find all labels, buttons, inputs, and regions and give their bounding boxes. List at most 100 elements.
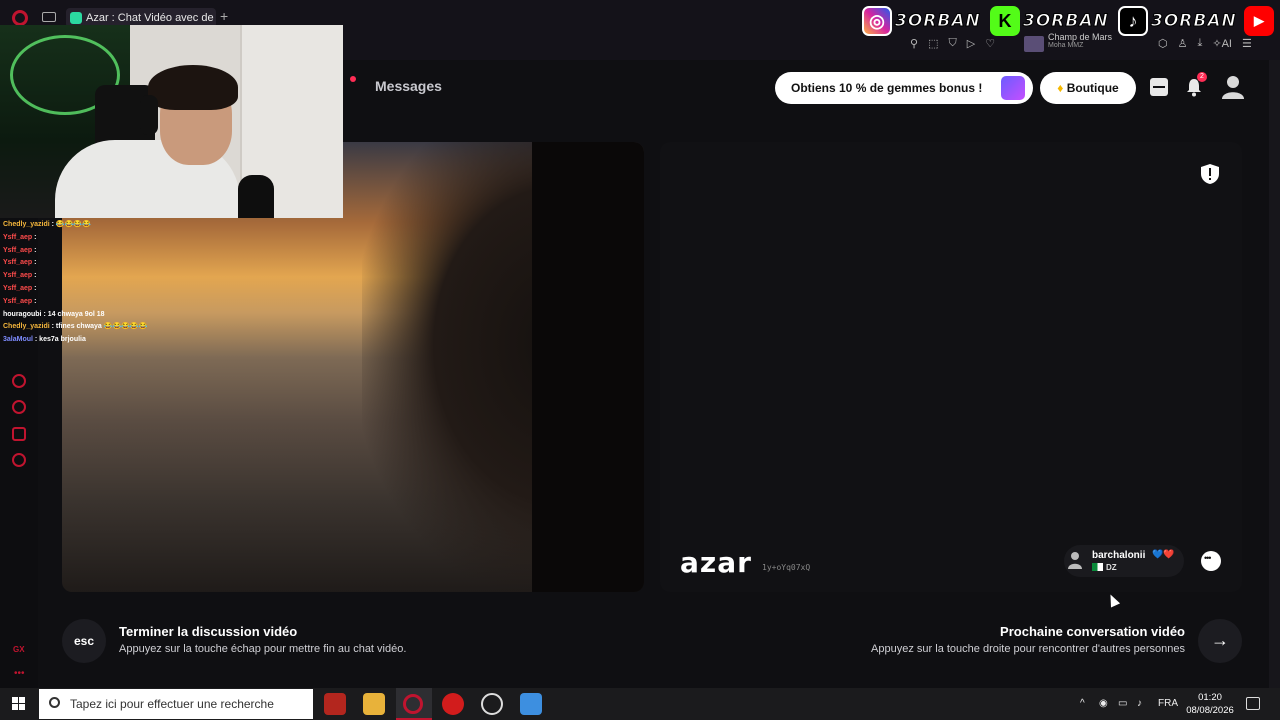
instagram-icon: ◎ <box>862 6 892 36</box>
download-icon[interactable]: ⤓ <box>1197 37 1202 50</box>
tab-island-icon[interactable] <box>42 12 56 22</box>
sidebar-more-icon[interactable]: ••• <box>14 668 25 679</box>
search-icon <box>49 697 60 708</box>
chat-message: Ysff_aep : <box>3 272 37 280</box>
promo-label: Obtiens 10 % de gemmes bonus ! <box>791 81 983 95</box>
instagram-sidebar-icon[interactable] <box>12 374 26 388</box>
nav-notification-dot <box>350 76 356 82</box>
end-chat-title: Terminer la discussion vidéo <box>119 624 298 639</box>
gift-icon <box>1001 76 1025 100</box>
azar-favicon-icon <box>70 12 82 24</box>
chat-message: Ysff_aep : <box>3 246 37 254</box>
tiktok-icon: ♪ <box>1118 6 1148 36</box>
chat-message: Ysff_aep : <box>3 297 37 305</box>
hair-silhouette <box>532 142 644 592</box>
system-clock[interactable]: 01:20 08/08/2026 <box>1180 691 1240 717</box>
notification-badge: 2 <box>1197 72 1207 82</box>
clock-date: 08/08/2026 <box>1186 705 1234 716</box>
headphones <box>140 95 158 135</box>
menu-icon[interactable]: ☰ <box>1242 37 1252 50</box>
language-indicator[interactable]: FRA <box>1158 698 1178 709</box>
vpn-shield-icon[interactable]: ⛉ <box>948 37 956 50</box>
inbox-icon[interactable] <box>1150 78 1168 96</box>
tiktok-handle: 3ORBAN <box>1151 11 1237 32</box>
obs-app-icon[interactable] <box>481 693 503 715</box>
partner-name: barchalonii <box>1092 550 1146 561</box>
tab-title: Azar : Chat Vidéo avec de n <box>86 12 216 24</box>
self-video-panel <box>660 142 1242 592</box>
notification-center-icon[interactable] <box>1246 697 1260 710</box>
social-instagram: ◎ 3ORBAN <box>862 5 981 37</box>
youtube-icon: ▶ <box>1244 6 1274 36</box>
snapshot-icon[interactable]: ⬚ <box>928 37 938 50</box>
algeria-flag-icon <box>1092 563 1103 571</box>
extension-icons: ⬡ ♙ ⤓ ✧AI ☰ <box>1158 37 1252 50</box>
extensions-icon[interactable]: ⬡ <box>1158 37 1168 50</box>
next-chat-title: Prochaine conversation vidéo <box>1000 624 1185 639</box>
social-tiktok: ♪ 3ORBAN <box>1118 5 1237 37</box>
shop-button[interactable]: ♦ Boutique <box>1040 72 1136 104</box>
network-icon[interactable]: ▭ <box>1118 698 1127 709</box>
address-bar-icons: ⚲ ⬚ ⛉ ▷ ♡ <box>910 37 995 50</box>
settings-icon[interactable] <box>12 453 26 467</box>
play-icon[interactable]: ▷ <box>967 37 975 50</box>
stream-chat-overlay: Chedly_yazidi : 😂😂😂😂 Ysff_aep : Ysff_aep… <box>3 219 173 347</box>
nav-messages[interactable]: Messages <box>375 78 442 94</box>
chat-message: Ysff_aep : <box>3 284 37 292</box>
opera-gx-app-icon[interactable] <box>403 694 423 714</box>
partner-avatar-icon <box>1068 552 1082 569</box>
new-tab-button[interactable]: + <box>220 8 228 24</box>
voicemeeter-app-icon[interactable] <box>324 693 346 715</box>
profile-icon[interactable]: ♙ <box>1178 37 1188 50</box>
extensions-sidebar-icon[interactable] <box>12 427 26 441</box>
partner-country: DZ <box>1106 563 1117 572</box>
end-chat-esc-button[interactable]: esc <box>62 619 106 663</box>
red-app-icon[interactable] <box>442 693 464 715</box>
end-chat-subtitle: Appuyez sur la touche échap pour mettre … <box>119 643 407 655</box>
clock-time: 01:20 <box>1198 692 1222 703</box>
file-explorer-icon[interactable] <box>363 693 385 715</box>
chat-message: 3alaMoul : kes7a brjoulia <box>3 336 86 344</box>
social-kick: K 3ORBAN <box>990 5 1109 37</box>
heart-icon[interactable]: ♡ <box>985 37 995 50</box>
gx-label[interactable]: GX <box>13 645 25 654</box>
tray-app-icon[interactable]: ◉ <box>1099 698 1108 709</box>
chat-message: Ysff_aep : <box>3 259 37 267</box>
chat-message: Chedly_yazidi : 😂😂😂😂 <box>3 221 91 228</box>
streamer-webcam-overlay <box>0 25 343 218</box>
streamer-hair <box>148 65 238 110</box>
chat-message: Chedly_yazidi : tfines chwaya 😂😂😂😂😂 <box>3 323 148 331</box>
history-icon[interactable] <box>12 400 26 414</box>
windows-start-icon[interactable] <box>12 697 26 711</box>
chat-bubble-icon[interactable] <box>1201 551 1221 571</box>
page-scrollbar[interactable] <box>1269 60 1280 688</box>
next-chat-arrow-button[interactable]: → <box>1198 619 1242 663</box>
instagram-handle: 3ORBAN <box>895 11 981 32</box>
partner-hearts: 💙❤️ <box>1152 549 1175 559</box>
opera-logo-icon[interactable] <box>12 10 28 26</box>
tray-chevron-icon[interactable]: ^ <box>1080 698 1085 709</box>
session-id: 1y+oYq07xQ <box>762 563 811 572</box>
gem-bonus-promo-button[interactable]: Obtiens 10 % de gemmes bonus ! <box>775 72 1033 104</box>
album-thumbnail <box>1024 36 1044 52</box>
chat-message: houragoubi : 14 chwaya 9ol 18 <box>3 310 105 318</box>
pin-icon[interactable]: ⚲ <box>910 37 918 50</box>
report-shield-icon[interactable] <box>1200 163 1220 185</box>
search-placeholder: Tapez ici pour effectuer une recherche <box>70 697 274 711</box>
social-youtube: ▶ <box>1244 5 1274 37</box>
shop-label: Boutique <box>1066 81 1119 95</box>
volume-icon[interactable]: ♪ <box>1137 698 1142 709</box>
chat-message: Ysff_aep : <box>3 233 37 241</box>
microphone <box>238 175 274 218</box>
taskbar-search-input[interactable]: Tapez ici pour effectuer une recherche <box>39 689 313 719</box>
chat-app-icon[interactable] <box>520 693 542 715</box>
azar-logo: azar <box>680 546 752 579</box>
kick-handle: 3ORBAN <box>1023 11 1109 32</box>
kick-icon: K <box>990 6 1020 36</box>
gem-icon: ♦ <box>1057 81 1064 95</box>
profile-avatar-icon[interactable] <box>1222 75 1244 99</box>
next-chat-subtitle: Appuyez sur la touche droite pour rencon… <box>871 643 1185 655</box>
ai-button[interactable]: ✧AI <box>1212 37 1232 50</box>
windows-taskbar: Tapez ici pour effectuer une recherche ^… <box>0 688 1280 720</box>
music-artist: Moha MMZ <box>1048 42 1084 49</box>
